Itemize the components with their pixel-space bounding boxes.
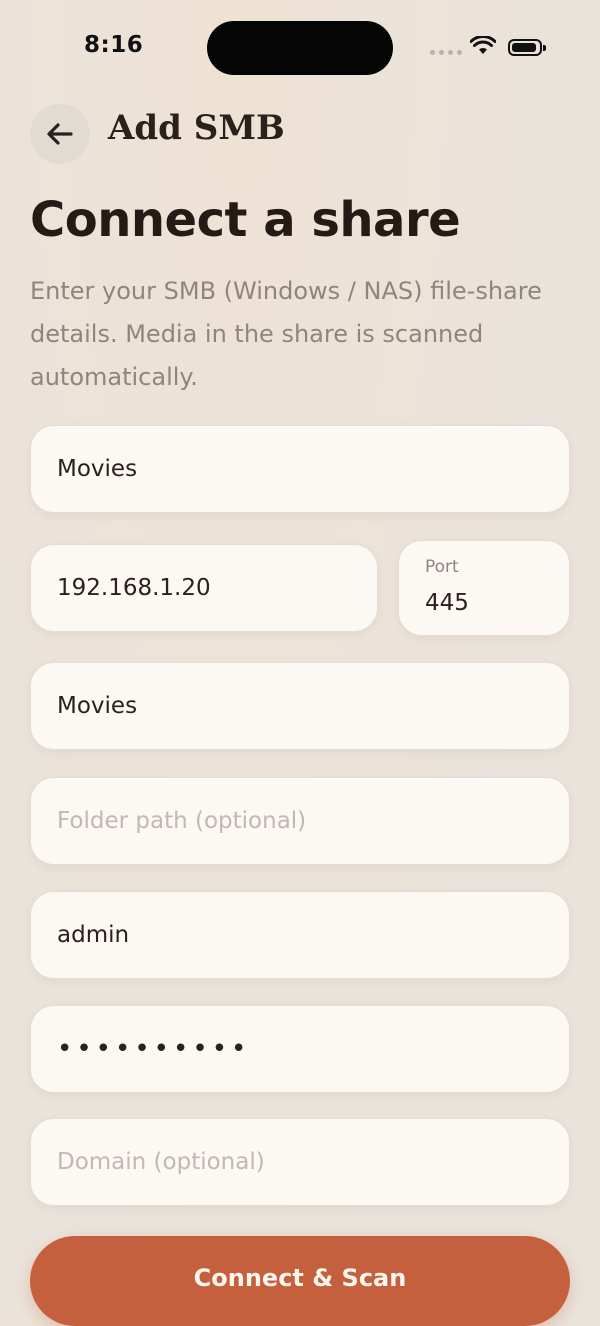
port-label: Port: [425, 557, 459, 577]
domain-input[interactable]: [57, 1119, 543, 1205]
section-description: Enter your SMB (Windows / NAS) file-shar…: [30, 277, 542, 391]
host-input[interactable]: [57, 545, 351, 631]
page-title: Add SMB: [108, 108, 285, 148]
username-field[interactable]: [30, 891, 570, 979]
share-name-field[interactable]: [30, 425, 570, 513]
port-input[interactable]: [425, 583, 543, 623]
back-button[interactable]: [30, 104, 90, 164]
arrow-left-icon: [47, 123, 73, 145]
wifi-icon: [470, 36, 496, 54]
connect-scan-button[interactable]: Connect & Scan: [30, 1236, 570, 1326]
battery-icon: [508, 39, 546, 56]
share-name-input[interactable]: [57, 426, 543, 512]
share-field[interactable]: [30, 662, 570, 750]
domain-field[interactable]: [30, 1118, 570, 1206]
status-time: 8:16: [84, 32, 144, 58]
host-field[interactable]: [30, 544, 378, 632]
share-input[interactable]: [57, 663, 543, 749]
folder-path-field[interactable]: [30, 777, 570, 865]
section-heading: Connect a share: [30, 192, 461, 248]
password-input[interactable]: [57, 1006, 543, 1092]
status-bar: 8:16: [0, 0, 600, 96]
cellular-signal-icon: [430, 50, 462, 55]
port-field[interactable]: Port: [398, 540, 570, 636]
username-input[interactable]: [57, 892, 543, 978]
password-field[interactable]: [30, 1005, 570, 1093]
folder-path-input[interactable]: [57, 778, 543, 864]
dynamic-island: [207, 21, 393, 75]
